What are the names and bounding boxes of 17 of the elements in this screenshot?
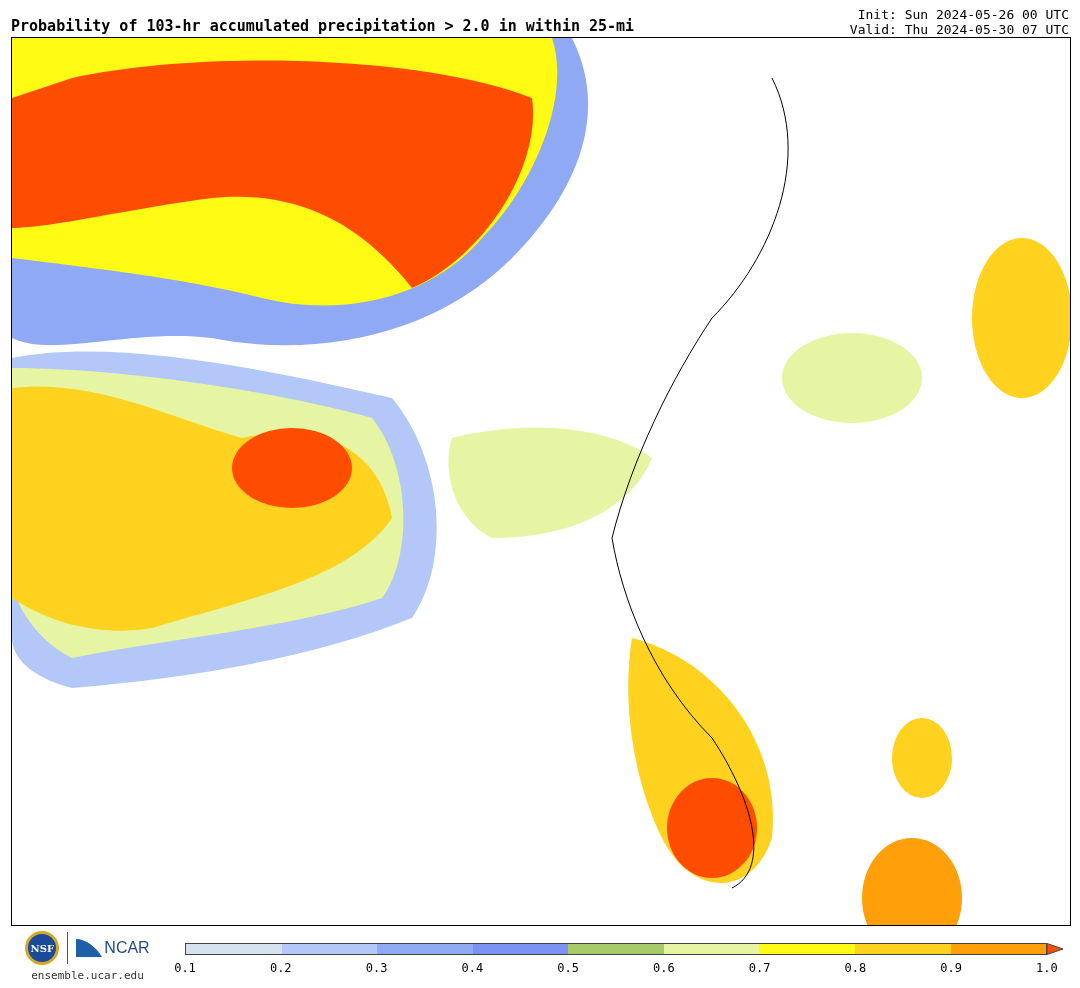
tick-label: 0.7 xyxy=(747,962,772,974)
tick-label: 0.6 xyxy=(652,962,676,974)
swoosh-icon xyxy=(76,939,103,957)
tick-label: 0.2 xyxy=(268,962,293,974)
tick-label: 0.9 xyxy=(939,962,963,974)
tick-label: 0.3 xyxy=(364,962,389,974)
tick-label: 1.0 xyxy=(1035,962,1059,974)
chart-title: Probability of 103-hr accumulated precipitation > 2.0 in within 25-mi xyxy=(11,19,635,37)
nsf-logo: NSF xyxy=(25,931,60,965)
init-time: Init: Sun 2024-05-26 00 UTC xyxy=(857,7,1069,22)
tick-label: 0.1 xyxy=(173,962,197,974)
tick-label: 0.4 xyxy=(460,962,485,974)
website-url: ensemble.ucar.edu xyxy=(31,968,144,984)
ncar-logo: NCAR xyxy=(104,940,150,956)
tick-label: 0.5 xyxy=(556,962,580,974)
valid-time: Valid: Thu 2024-05-30 07 UTC xyxy=(849,22,1069,37)
tick-label: 0.8 xyxy=(843,962,868,974)
